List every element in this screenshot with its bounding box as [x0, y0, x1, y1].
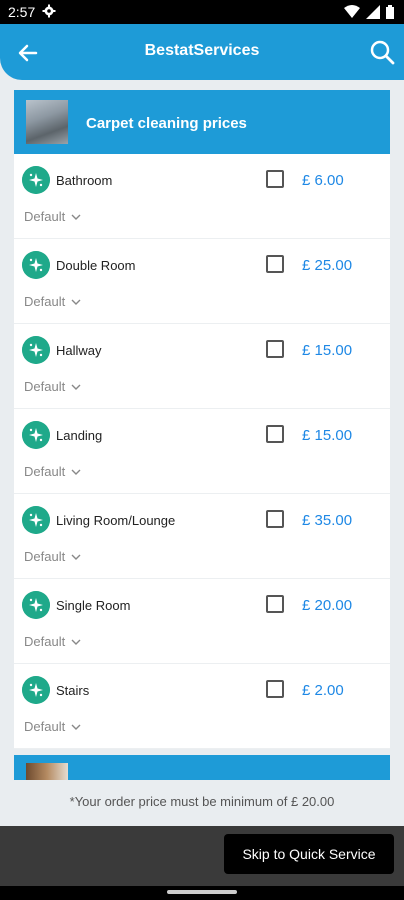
option-dropdown[interactable]: Default	[24, 719, 81, 734]
chevron-down-icon	[71, 469, 81, 475]
option-label: Default	[24, 209, 66, 224]
option-label: Default	[24, 464, 66, 479]
chevron-down-icon	[71, 724, 81, 730]
service-item-name: Stairs	[56, 683, 90, 698]
option-label: Default	[24, 549, 66, 564]
settings-gear-icon	[42, 4, 56, 18]
service-icon	[22, 336, 50, 364]
service-item-checkbox[interactable]	[266, 340, 284, 358]
chevron-down-icon	[71, 554, 81, 560]
next-category-header[interactable]	[14, 755, 390, 780]
service-list[interactable]: Carpet cleaning prices Bathroom £ 6.00 D…	[14, 90, 390, 780]
status-icons	[344, 5, 394, 19]
status-time: 2:57	[8, 4, 36, 20]
service-item[interactable]: Stairs £ 2.00 Default	[14, 664, 390, 749]
service-item[interactable]: Living Room/Lounge £ 35.00 Default	[14, 494, 390, 579]
service-icon	[22, 676, 50, 704]
next-category-thumbnail	[26, 763, 68, 780]
service-item[interactable]: Double Room £ 25.00 Default	[14, 239, 390, 324]
service-item-price: £ 15.00	[302, 342, 353, 359]
service-item-checkbox[interactable]	[266, 510, 284, 528]
items-container: Bathroom £ 6.00 Default Double Room £ 25…	[14, 154, 390, 749]
service-item-price: £ 2.00	[302, 682, 344, 699]
category-title: Carpet cleaning prices	[86, 115, 247, 132]
service-icon	[22, 591, 50, 619]
service-item[interactable]: Single Room £ 20.00 Default	[14, 579, 390, 664]
service-icon	[22, 421, 50, 449]
search-icon[interactable]	[368, 38, 396, 66]
signal-icon	[366, 5, 380, 19]
category-thumbnail	[26, 100, 68, 144]
service-item-checkbox[interactable]	[266, 425, 284, 443]
service-item-name: Living Room/Lounge	[56, 513, 176, 528]
service-icon	[22, 251, 50, 279]
status-bar: 2:57	[0, 0, 404, 24]
service-item-checkbox[interactable]	[266, 680, 284, 698]
service-item[interactable]: Hallway £ 15.00 Default	[14, 324, 390, 409]
service-icon	[22, 506, 50, 534]
service-item-price: £ 6.00	[302, 172, 344, 189]
service-item-name: Bathroom	[56, 173, 113, 188]
option-dropdown[interactable]: Default	[24, 549, 81, 564]
option-dropdown[interactable]: Default	[24, 379, 81, 394]
option-dropdown[interactable]: Default	[24, 294, 81, 309]
service-item-name: Hallway	[56, 343, 102, 358]
option-dropdown[interactable]: Default	[24, 634, 81, 649]
chevron-down-icon	[71, 639, 81, 645]
service-item-name: Double Room	[56, 258, 136, 273]
option-label: Default	[24, 634, 66, 649]
skip-to-quick-service-button[interactable]: Skip to Quick Service	[224, 834, 394, 874]
option-label: Default	[24, 294, 66, 309]
chevron-down-icon	[71, 299, 81, 305]
service-item-checkbox[interactable]	[266, 595, 284, 613]
wifi-icon	[344, 5, 360, 18]
system-nav-bar	[0, 886, 404, 900]
service-item-price: £ 15.00	[302, 427, 353, 444]
option-label: Default	[24, 719, 66, 734]
service-item[interactable]: Bathroom £ 6.00 Default	[14, 154, 390, 239]
option-dropdown[interactable]: Default	[24, 209, 81, 224]
service-item[interactable]: Landing £ 15.00 Default	[14, 409, 390, 494]
option-dropdown[interactable]: Default	[24, 464, 81, 479]
service-item-name: Single Room	[56, 598, 131, 613]
service-item-price: £ 35.00	[302, 512, 353, 529]
service-item-name: Landing	[56, 428, 103, 443]
chevron-down-icon	[71, 384, 81, 390]
option-label: Default	[24, 379, 66, 394]
category-header[interactable]: Carpet cleaning prices	[14, 90, 390, 154]
page-title: BestatServices	[144, 42, 260, 59]
app-bar: BestatServices	[0, 24, 404, 80]
minimum-order-note: *Your order price must be minimum of £ 2…	[69, 794, 335, 809]
bottom-bar: Skip to Quick Service	[0, 826, 404, 886]
service-icon	[22, 166, 50, 194]
battery-icon	[386, 5, 394, 19]
home-indicator[interactable]	[167, 890, 237, 894]
service-item-price: £ 20.00	[302, 597, 353, 614]
service-item-price: £ 25.00	[302, 257, 353, 274]
service-item-checkbox[interactable]	[266, 170, 284, 188]
service-item-checkbox[interactable]	[266, 255, 284, 273]
chevron-down-icon	[71, 214, 81, 220]
